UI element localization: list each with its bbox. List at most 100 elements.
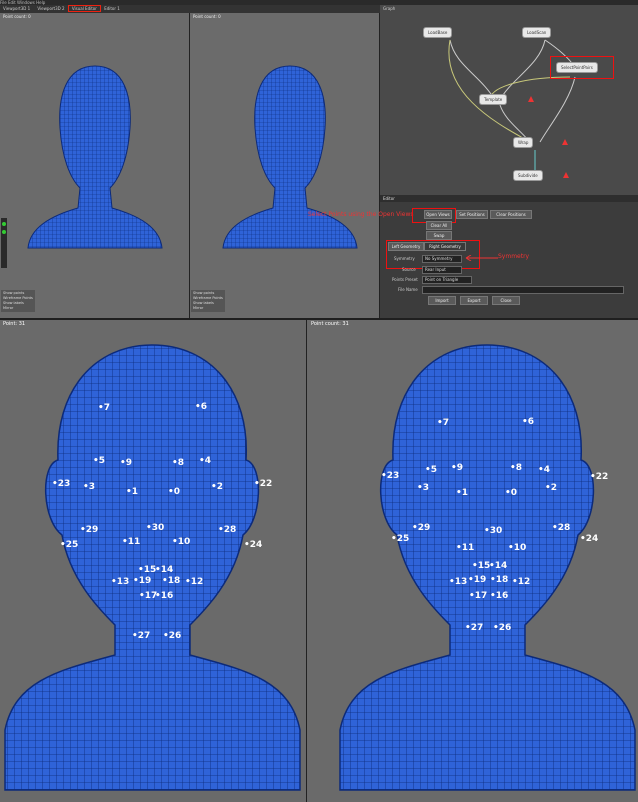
landmark-label[interactable]: •26 bbox=[163, 631, 181, 641]
tab-viewport3d-1[interactable]: Viewport3D 1 bbox=[0, 6, 33, 11]
viewport-options: Show points Wireframe Points Show labels… bbox=[1, 290, 35, 312]
landmark-label[interactable]: •10 bbox=[508, 543, 526, 553]
import-button[interactable]: Import bbox=[428, 296, 456, 305]
landmark-label[interactable]: •23 bbox=[52, 479, 70, 489]
landmark-label[interactable]: •1 bbox=[456, 488, 468, 498]
landmark-label[interactable]: •22 bbox=[254, 479, 272, 489]
file-name-input[interactable] bbox=[422, 286, 624, 294]
landmark-label[interactable]: •29 bbox=[412, 523, 430, 533]
landmark-label[interactable]: •30 bbox=[484, 526, 502, 536]
viewport-title: Point count: 0 bbox=[193, 14, 221, 19]
landmark-label[interactable]: •14 bbox=[155, 565, 173, 575]
landmark-label[interactable]: •28 bbox=[218, 525, 236, 535]
landmark-label[interactable]: •15 bbox=[138, 565, 156, 575]
symmetry-select[interactable]: No Symmetry bbox=[422, 255, 462, 263]
landmark-label[interactable]: •0 bbox=[168, 487, 180, 497]
set-positions-button[interactable]: Set Positions bbox=[456, 210, 488, 219]
landmark-label[interactable]: •26 bbox=[493, 623, 511, 633]
landmark-label[interactable]: •27 bbox=[465, 623, 483, 633]
clear-all-button[interactable]: Clear All bbox=[426, 221, 452, 230]
landmark-label[interactable]: •9 bbox=[451, 463, 463, 473]
side-toolbar bbox=[1, 218, 7, 268]
landmark-label[interactable]: •16 bbox=[490, 591, 508, 601]
clear-positions-button[interactable]: Clear Positions bbox=[490, 210, 532, 219]
source-select[interactable]: Rear Input bbox=[422, 266, 462, 274]
close-button[interactable]: Close bbox=[492, 296, 520, 305]
landmark-label[interactable]: •19 bbox=[133, 576, 151, 586]
graph-panel[interactable]: Graph LoadBase LoadScan SelectPointPairs… bbox=[380, 5, 638, 195]
landmark-label[interactable]: •7 bbox=[437, 418, 449, 428]
option-mirror[interactable]: Mirror bbox=[3, 306, 33, 311]
tab-visual-editor[interactable]: Visual Editor bbox=[67, 5, 101, 12]
file-name-label: File Name bbox=[398, 287, 418, 292]
landmark-label[interactable]: •4 bbox=[199, 456, 211, 466]
landmark-label[interactable]: •22 bbox=[590, 472, 608, 482]
node-subdivide[interactable]: Subdivide bbox=[514, 171, 542, 180]
landmark-label[interactable]: •8 bbox=[510, 463, 522, 473]
warning-icon bbox=[562, 139, 568, 145]
landmark-label[interactable]: •2 bbox=[211, 482, 223, 492]
graph-connections bbox=[448, 39, 576, 175]
landmark-label[interactable]: •5 bbox=[425, 465, 437, 475]
landmark-label[interactable]: •23 bbox=[381, 471, 399, 481]
landmark-label[interactable]: •11 bbox=[122, 537, 140, 547]
tab-viewport3d-2[interactable]: Viewport3D 2 bbox=[34, 6, 67, 11]
landmark-label[interactable]: •3 bbox=[417, 483, 429, 493]
arrow-icon bbox=[465, 255, 498, 261]
landmark-label[interactable]: •5 bbox=[93, 456, 105, 466]
landmark-label[interactable]: •18 bbox=[162, 576, 180, 586]
landmark-label[interactable]: •4 bbox=[538, 465, 550, 475]
landmark-label[interactable]: •24 bbox=[580, 534, 598, 544]
landmark-label[interactable]: •13 bbox=[111, 577, 129, 587]
node-loadbase[interactable]: LoadBase bbox=[424, 28, 452, 37]
annotation-symmetry: Symmetry bbox=[498, 253, 530, 260]
landmark-label[interactable]: •18 bbox=[490, 575, 508, 585]
landmark-label[interactable]: •30 bbox=[146, 523, 164, 533]
landmark-label[interactable]: •11 bbox=[456, 543, 474, 553]
landmark-label[interactable]: •9 bbox=[120, 458, 132, 468]
annotation-open-views: Select Points using the Open Views bbox=[308, 211, 414, 218]
landmark-label[interactable]: •27 bbox=[132, 631, 150, 641]
landmark-label[interactable]: •19 bbox=[468, 575, 486, 585]
right-geometry-tab[interactable]: Right Geometry bbox=[424, 242, 466, 251]
landmark-label[interactable]: •28 bbox=[552, 523, 570, 533]
landmark-label[interactable]: •10 bbox=[172, 537, 190, 547]
status-light-icon bbox=[2, 230, 6, 234]
landmark-label[interactable]: •14 bbox=[489, 561, 507, 571]
option-mirror[interactable]: Mirror bbox=[193, 306, 223, 311]
landmark-label[interactable]: •25 bbox=[60, 540, 78, 550]
points-preset-select[interactable]: Point on Triangle bbox=[422, 276, 472, 284]
landmark-label[interactable]: •13 bbox=[449, 577, 467, 587]
viewport-title: Point count: 0 bbox=[3, 14, 31, 19]
tab-editor-1[interactable]: Editor 1 bbox=[101, 6, 123, 11]
landmark-label[interactable]: •3 bbox=[83, 482, 95, 492]
landmark-label[interactable]: •8 bbox=[172, 458, 184, 468]
export-button[interactable]: Export bbox=[460, 296, 488, 305]
points-preset-label: Points Preset bbox=[392, 277, 418, 282]
landmark-label[interactable]: •12 bbox=[185, 577, 203, 587]
node-loadscan[interactable]: LoadScan bbox=[523, 28, 551, 37]
node-wrap[interactable]: Wrap bbox=[514, 138, 533, 147]
viewport-options: Show points Wireframe Points Show labels… bbox=[191, 290, 225, 312]
node-template[interactable]: Template bbox=[480, 95, 507, 104]
landmark-label[interactable]: •6 bbox=[522, 417, 534, 427]
landmark-label[interactable]: •15 bbox=[472, 561, 490, 571]
left-geometry-tab[interactable]: Left Geometry bbox=[388, 242, 424, 251]
landmark-label[interactable]: •24 bbox=[244, 540, 262, 550]
viewport-left-top[interactable]: Point count: 0 Show points Wireframe Poi… bbox=[0, 13, 190, 318]
landmark-label[interactable]: •0 bbox=[505, 488, 517, 498]
landmark-label[interactable]: •17 bbox=[469, 591, 487, 601]
landmark-label[interactable]: •12 bbox=[512, 577, 530, 587]
viewport-right-top[interactable]: Point count: 0 Show points Wireframe Poi… bbox=[190, 13, 380, 318]
landmark-label[interactable]: •29 bbox=[80, 525, 98, 535]
symmetry-label: Symmetry bbox=[394, 256, 415, 261]
landmark-label[interactable]: •6 bbox=[195, 402, 207, 412]
swap-button[interactable]: Swap bbox=[426, 231, 452, 240]
landmark-label[interactable]: •7 bbox=[98, 403, 110, 413]
landmark-label[interactable]: •1 bbox=[126, 487, 138, 497]
landmark-label[interactable]: •25 bbox=[391, 534, 409, 544]
open-views-button[interactable]: Open Views bbox=[424, 210, 452, 219]
status-light-icon bbox=[2, 222, 6, 226]
landmark-label[interactable]: •16 bbox=[155, 591, 173, 601]
landmark-label[interactable]: •2 bbox=[545, 483, 557, 493]
